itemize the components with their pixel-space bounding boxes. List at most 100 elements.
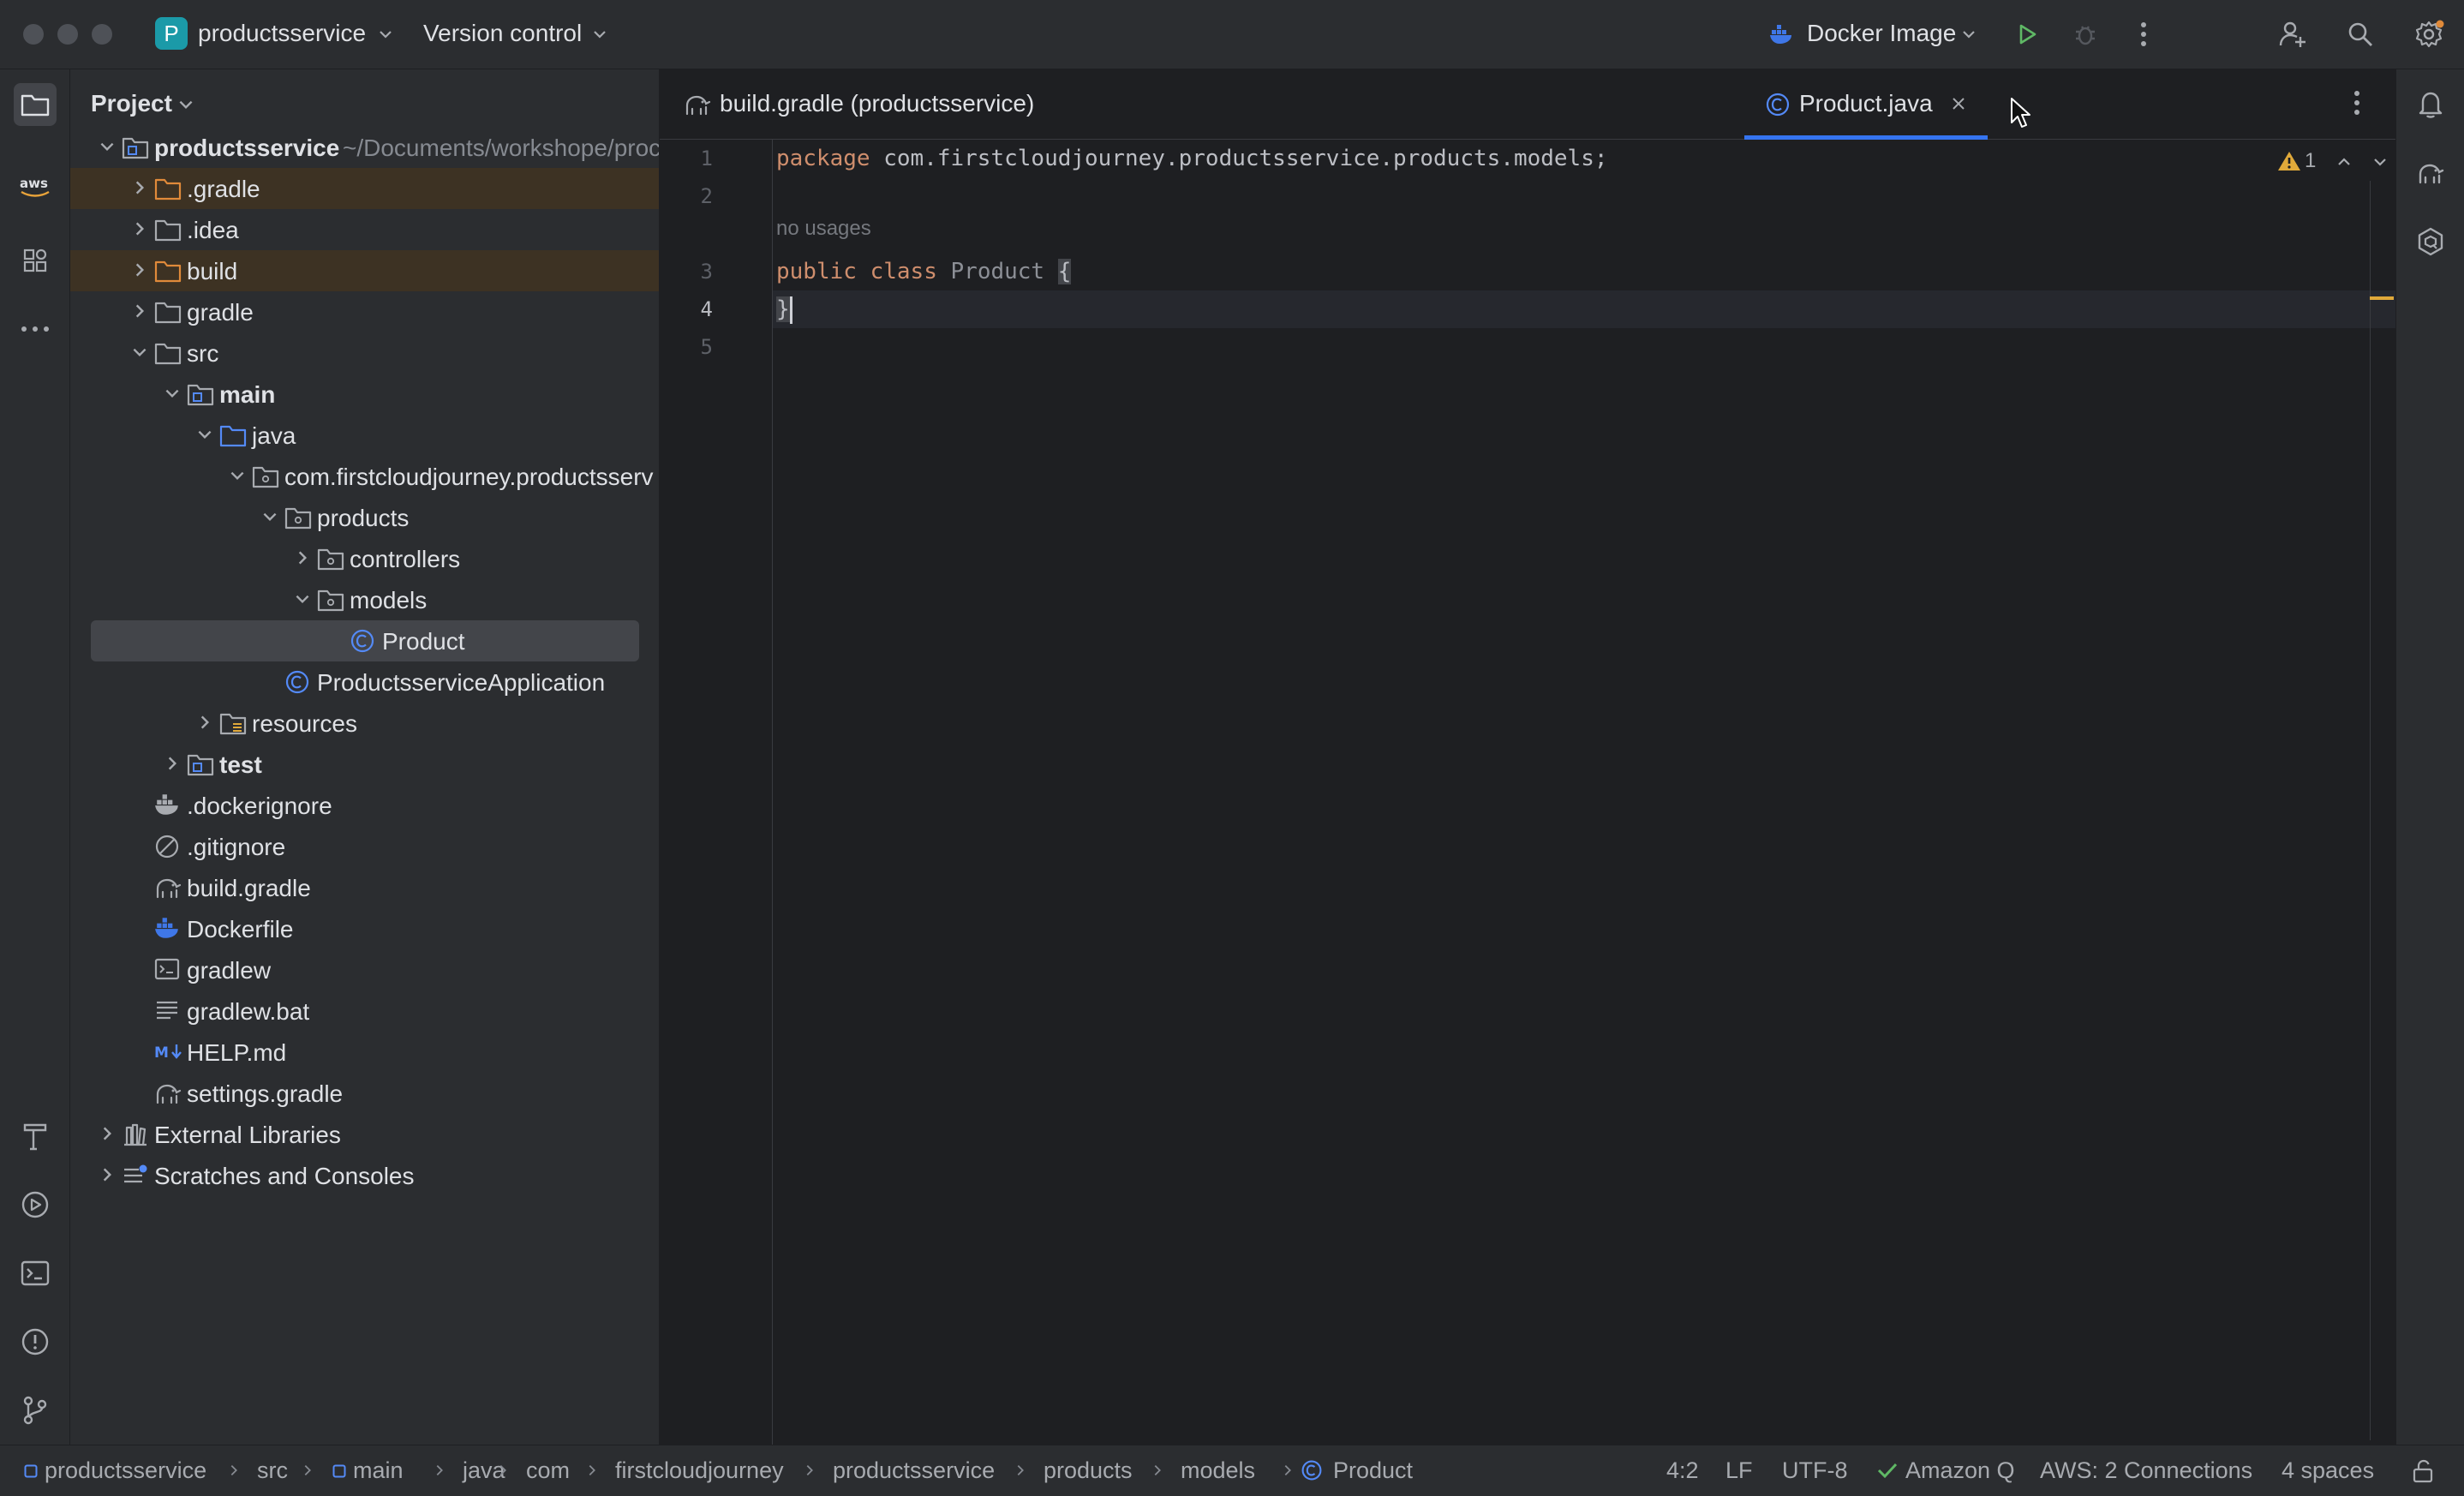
chevron-down-icon[interactable] [163, 384, 183, 404]
breadcrumb-item[interactable]: main [353, 1457, 404, 1484]
tab-options-icon[interactable] [2353, 90, 2379, 119]
tab-build-gradle[interactable]: build.gradle (productsservice) [684, 69, 1069, 140]
file-encoding[interactable]: UTF-8 [1782, 1457, 1848, 1484]
tree-item[interactable]: resources [70, 703, 659, 744]
chevron-right-icon[interactable] [130, 178, 151, 199]
tree-item[interactable]: M HELP.md [70, 1032, 659, 1073]
breadcrumb-item[interactable]: productsservice [833, 1457, 995, 1484]
tree-item[interactable]: External Libraries [70, 1114, 659, 1155]
chevron-up-icon[interactable] [2335, 153, 2354, 172]
breadcrumb-item[interactable]: Product [1333, 1457, 1413, 1484]
settings-gear-icon[interactable] [2413, 17, 2447, 51]
chevron-right-icon[interactable] [130, 302, 151, 322]
chevron-down-icon[interactable] [584, 17, 615, 51]
chevron-down-icon[interactable] [1953, 17, 1984, 51]
tree-item[interactable]: gradle [70, 291, 659, 332]
tree-item[interactable]: Product [91, 620, 639, 661]
warning-count[interactable]: 1 [2305, 149, 2316, 173]
close-tab-icon[interactable] [1950, 95, 1969, 114]
chevron-right-icon[interactable] [98, 1124, 118, 1145]
minimize-window-button[interactable] [57, 24, 78, 45]
chevron-down-icon[interactable] [228, 466, 248, 487]
project-switcher[interactable]: productsservice [198, 20, 366, 47]
chevron-down-icon[interactable] [130, 343, 151, 363]
git-branch-icon[interactable] [14, 1389, 57, 1432]
chevron-right-icon[interactable] [195, 713, 216, 733]
amazon-q-icon[interactable] [2409, 220, 2452, 263]
amazon-q-status[interactable]: Amazon Q [1905, 1457, 2015, 1484]
tree-item[interactable]: .idea [70, 209, 659, 250]
tree-item[interactable]: .gitignore [70, 826, 659, 867]
chevron-right-icon[interactable] [98, 1165, 118, 1186]
tree-item[interactable]: .gradle [70, 168, 659, 209]
chevron-down-icon[interactable] [2371, 153, 2390, 172]
project-tool-icon[interactable] [14, 83, 57, 126]
indent-setting[interactable]: 4 spaces [2282, 1457, 2374, 1484]
breadcrumb-item[interactable]: com [526, 1457, 570, 1484]
tree-item[interactable]: build [70, 250, 659, 291]
structure-tool-icon[interactable] [14, 239, 57, 282]
tree-item[interactable]: settings.gradle [70, 1073, 659, 1114]
code-line-closing-brace[interactable]: } [776, 290, 792, 328]
tree-item[interactable]: java [70, 415, 659, 456]
terminal-icon[interactable] [14, 1252, 57, 1295]
more-actions-icon[interactable] [2126, 17, 2161, 51]
code-line-class-declaration[interactable]: public class Product { [776, 253, 1072, 290]
run-configuration-selector[interactable]: Docker Image [1807, 20, 1956, 47]
more-tools-icon[interactable] [14, 308, 57, 350]
tree-item[interactable]: Scratches and Consoles [70, 1155, 659, 1196]
tree-item[interactable]: .dockerignore [70, 785, 659, 826]
breadcrumb-item[interactable]: products [1044, 1457, 1133, 1484]
line-separator[interactable]: LF [1725, 1457, 1753, 1484]
gradle-elephant-icon[interactable] [2409, 152, 2452, 194]
tree-item[interactable]: Dockerfile [70, 908, 659, 949]
tab-product-java[interactable]: Product.java [1744, 69, 1988, 140]
tree-item[interactable]: test [70, 744, 659, 785]
project-badge[interactable]: P [155, 17, 188, 50]
tree-item[interactable]: gradlew [70, 949, 659, 990]
zoom-window-button[interactable] [92, 24, 112, 45]
usages-inlay-hint[interactable]: no usages [776, 217, 871, 241]
breadcrumb-item[interactable]: firstcloudjourney [615, 1457, 784, 1484]
debug-icon[interactable] [2068, 17, 2102, 51]
aws-connections-status[interactable]: AWS: 2 Connections [2040, 1457, 2252, 1484]
chevron-down-icon[interactable] [176, 95, 197, 116]
tree-item[interactable]: ProductsserviceApplication [70, 661, 659, 703]
chevron-down-icon[interactable] [195, 425, 216, 446]
aws-toolkit-icon[interactable]: aws [14, 165, 57, 208]
chevron-right-icon[interactable] [293, 548, 314, 569]
tree-item[interactable]: main [70, 374, 659, 415]
chevron-down-icon[interactable] [370, 17, 401, 51]
breadcrumb-item[interactable]: productsservice [45, 1457, 206, 1484]
tree-item[interactable]: models [70, 579, 659, 620]
editor-scrollbar[interactable] [2370, 181, 2391, 1440]
line-number-gutter[interactable]: 1 2 3 4 5 [660, 140, 773, 1445]
tree-item[interactable]: controllers [70, 538, 659, 579]
breadcrumb-item[interactable]: models [1181, 1457, 1255, 1484]
code-with-me-icon[interactable] [2276, 17, 2310, 51]
version-control-menu[interactable]: Version control [423, 20, 582, 47]
chevron-right-icon[interactable] [130, 219, 151, 240]
build-hammer-icon[interactable] [14, 1115, 57, 1158]
tree-item[interactable]: build.gradle [70, 867, 659, 908]
run-icon[interactable] [2010, 17, 2044, 51]
read-only-lock-icon[interactable] [2412, 1459, 2436, 1483]
caret-position[interactable]: 4:2 [1666, 1457, 1699, 1484]
tree-root-productsservice[interactable]: productsservice ~/Documents/workshope/pro… [70, 127, 659, 168]
notifications-bell-icon[interactable] [2409, 83, 2452, 126]
warning-error-stripe[interactable] [2370, 296, 2394, 300]
chevron-right-icon[interactable] [130, 260, 151, 281]
breadcrumb-item[interactable]: src [257, 1457, 288, 1484]
tree-item[interactable]: com.firstcloudjourney.productsserv [70, 456, 659, 497]
close-window-button[interactable] [23, 24, 44, 45]
code-line-package[interactable]: package com.firstcloudjourney.productsse… [776, 140, 1608, 177]
project-panel-title[interactable]: Project [91, 90, 172, 117]
tree-item[interactable]: src [70, 332, 659, 374]
chevron-down-icon[interactable] [293, 589, 314, 610]
tree-item[interactable]: products [70, 497, 659, 538]
problems-icon[interactable] [14, 1320, 57, 1363]
tree-item[interactable]: gradlew.bat [70, 990, 659, 1032]
chevron-down-icon[interactable] [260, 507, 281, 528]
services-icon[interactable] [14, 1183, 57, 1226]
code-editor[interactable]: 1 2 3 4 5 package com.firstcloudjourney.… [660, 140, 2395, 1445]
